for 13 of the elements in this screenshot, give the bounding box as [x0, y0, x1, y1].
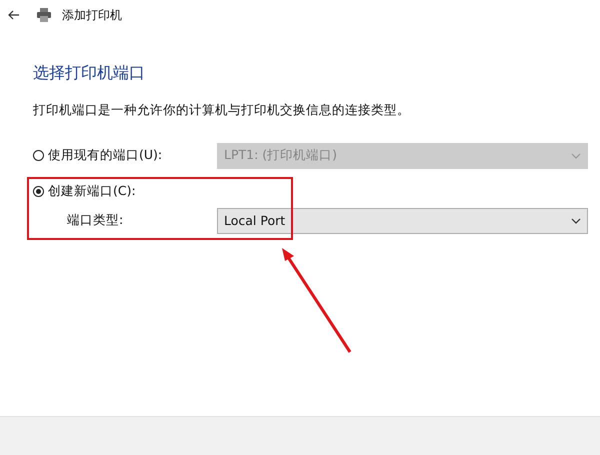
- back-arrow-icon[interactable]: [8, 10, 20, 20]
- radio-label[interactable]: 创建新端口(C):: [48, 183, 136, 200]
- description-text: 打印机端口是一种允许你的计算机与打印机交换信息的连接类型。: [33, 102, 411, 119]
- radio-label[interactable]: 使用现有的端口(U):: [48, 147, 162, 164]
- chevron-down-icon: [571, 152, 581, 158]
- window-title: 添加打印机: [62, 6, 122, 24]
- chevron-down-icon: [571, 218, 581, 224]
- port-dropdown[interactable]: Local Port: [217, 208, 588, 234]
- page-heading: 选择打印机端口: [33, 63, 146, 84]
- printer-icon: [36, 8, 52, 22]
- radio-button[interactable]: [33, 150, 44, 161]
- port-type-label: 端口类型:: [66, 212, 124, 229]
- radio-button[interactable]: [33, 186, 44, 197]
